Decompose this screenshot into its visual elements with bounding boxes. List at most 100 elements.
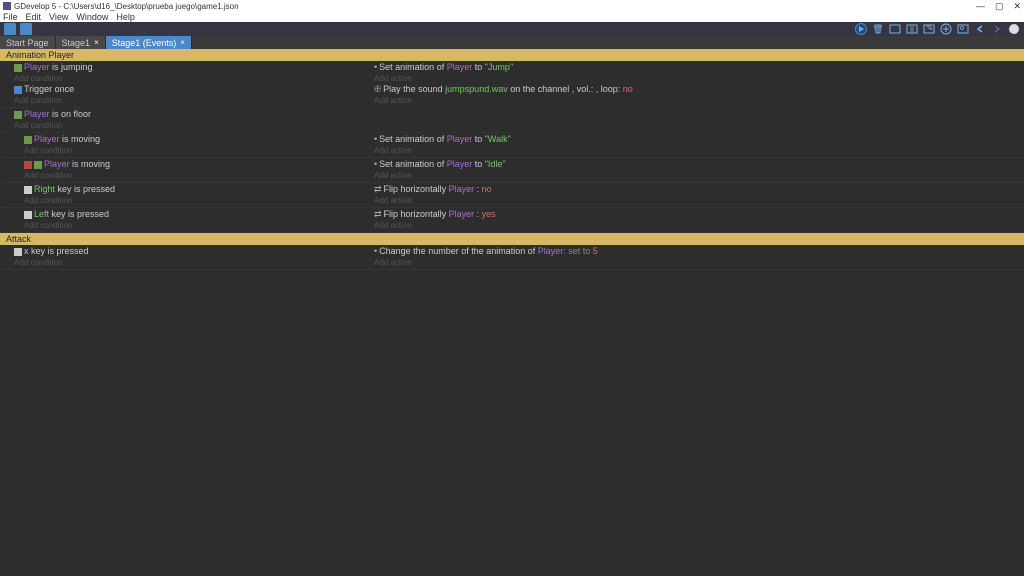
menu-file[interactable]: File <box>3 12 18 22</box>
actions-column[interactable]: ⇄Flip horizontally Player : yes Add acti… <box>370 208 1024 232</box>
object-ref: Player <box>447 134 473 144</box>
keyboard-icon <box>24 211 32 219</box>
object-icon <box>34 161 42 169</box>
bullet-icon: • <box>374 62 377 72</box>
conditions-column[interactable]: x key is pressed Add condition <box>0 245 370 269</box>
window-title: GDevelop 5 - C:\Users\d16_\Desktop\prueb… <box>14 2 976 11</box>
conditions-column[interactable]: Player is jumping Add condition Trigger … <box>0 61 370 107</box>
string-value: "Walk" <box>485 134 511 144</box>
add-condition-link[interactable]: Add condition <box>24 195 366 206</box>
tab-label: Start Page <box>6 38 49 48</box>
add-condition-link[interactable]: Add condition <box>24 220 366 231</box>
tab-close-icon[interactable]: × <box>94 38 99 47</box>
object-ref: Player <box>449 184 475 194</box>
object-icon <box>24 136 32 144</box>
conditions-column[interactable]: Right key is pressed Add condition <box>0 183 370 207</box>
conditions-column[interactable]: Player is on floor Add condition <box>0 108 370 132</box>
redo-icon[interactable] <box>991 23 1003 35</box>
object-ref: Player <box>447 159 473 169</box>
group-attack[interactable]: Attack <box>0 233 1024 245</box>
add-condition-link[interactable]: Add condition <box>14 120 366 131</box>
not-icon <box>24 161 32 169</box>
actions-column[interactable]: •Set animation of Player to "Jump" Add a… <box>370 61 1024 107</box>
search-events-icon[interactable] <box>957 23 969 35</box>
undo-icon[interactable] <box>974 23 986 35</box>
menu-view[interactable]: View <box>49 12 68 22</box>
add-condition-link[interactable]: Add condition <box>14 257 366 268</box>
object-ref: Player <box>34 134 60 144</box>
add-event-icon[interactable] <box>889 23 901 35</box>
action-text: Set animation of <box>379 62 447 72</box>
condition-text: is moving <box>60 134 101 144</box>
group-animation-player[interactable]: Animation Player <box>0 49 1024 61</box>
flip-icon: ⇄ <box>374 209 382 219</box>
add-action-link[interactable]: Add action <box>374 195 1020 206</box>
keyboard-icon <box>24 186 32 194</box>
menu-bar: File Edit View Window Help <box>0 12 1024 22</box>
add-action-link[interactable]: Add action <box>374 170 1020 181</box>
add-action-link[interactable]: Add action <box>374 220 1020 231</box>
action-text: to <box>472 159 485 169</box>
event-row[interactable]: Left key is pressed Add condition ⇄Flip … <box>0 208 1024 233</box>
bullet-icon: • <box>374 246 377 256</box>
event-row[interactable]: Player is moving Add condition •Set anim… <box>0 158 1024 183</box>
delete-icon[interactable]: 🗑 <box>872 23 884 35</box>
add-action-link[interactable]: Add action <box>374 95 1020 106</box>
event-row[interactable]: x key is pressed Add condition •Change t… <box>0 245 1024 270</box>
actions-column[interactable]: ⇄Flip horizontally Player : no Add actio… <box>370 183 1024 207</box>
number-value: 5 <box>593 246 598 256</box>
menu-edit[interactable]: Edit <box>26 12 42 22</box>
condition-text: is jumping <box>50 62 93 72</box>
add-action-link[interactable]: Add action <box>374 145 1020 156</box>
add-comment-icon[interactable]: ✎ <box>923 23 935 35</box>
project-manager-icon[interactable] <box>4 23 16 35</box>
event-row[interactable]: Player is on floor Add condition <box>0 108 1024 133</box>
condition-text: is on floor <box>50 109 92 119</box>
object-icon <box>14 111 22 119</box>
add-other-event-icon[interactable] <box>940 23 952 35</box>
add-subevent-icon[interactable] <box>906 23 918 35</box>
window-maximize-button[interactable]: ▢ <box>995 1 1004 12</box>
action-text: : <box>474 184 482 194</box>
tab-stage1[interactable]: Stage1× <box>56 36 106 49</box>
actions-column[interactable] <box>370 108 1024 132</box>
profile-icon[interactable] <box>1008 23 1020 35</box>
action-text: to <box>472 134 485 144</box>
window-titlebar: GDevelop 5 - C:\Users\d16_\Desktop\prueb… <box>0 0 1024 12</box>
menu-help[interactable]: Help <box>116 12 135 22</box>
action-text: Change the number of the animation of <box>379 246 538 256</box>
object-ref: Player <box>449 209 475 219</box>
bool-value: yes <box>482 209 496 219</box>
tab-close-icon[interactable]: × <box>180 38 185 47</box>
menu-window[interactable]: Window <box>76 12 108 22</box>
add-action-link[interactable]: Add action <box>374 257 1020 268</box>
tab-start-page[interactable]: Start Page <box>0 36 56 49</box>
svg-text:✎: ✎ <box>926 23 934 33</box>
add-condition-link[interactable]: Add condition <box>24 145 366 156</box>
actions-column[interactable]: •Set animation of Player to "Walk" Add a… <box>370 133 1024 157</box>
add-action-link[interactable]: Add action <box>374 73 1020 84</box>
actions-column[interactable]: •Set animation of Player to "Idle" Add a… <box>370 158 1024 182</box>
condition-text: x key is pressed <box>24 246 89 256</box>
add-condition-link[interactable]: Add condition <box>14 95 366 106</box>
add-condition-link[interactable]: Add condition <box>24 170 366 181</box>
window-minimize-button[interactable]: — <box>976 1 985 12</box>
preview-play-button[interactable] <box>855 23 867 35</box>
event-row[interactable]: Right key is pressed Add condition ⇄Flip… <box>0 183 1024 208</box>
bullet-icon: • <box>374 159 377 169</box>
conditions-column[interactable]: Left key is pressed Add condition <box>0 208 370 232</box>
actions-column[interactable]: •Change the number of the animation of P… <box>370 245 1024 269</box>
string-value: "Jump" <box>485 62 513 72</box>
add-condition-link[interactable]: Add condition <box>14 73 366 84</box>
audio-icon: 🕀 <box>374 84 381 94</box>
app-icon <box>3 2 11 10</box>
action-text: Flip horizontally <box>384 184 449 194</box>
export-icon[interactable] <box>20 23 32 35</box>
conditions-column[interactable]: Player is moving Add condition <box>0 158 370 182</box>
tab-stage1-events[interactable]: Stage1 (Events)× <box>106 36 192 49</box>
conditions-column[interactable]: Player is moving Add condition <box>0 133 370 157</box>
window-close-button[interactable]: ✕ <box>1013 1 1021 12</box>
tab-label: Stage1 <box>62 38 91 48</box>
event-row[interactable]: Player is jumping Add condition Trigger … <box>0 61 1024 108</box>
event-row[interactable]: Player is moving Add condition •Set anim… <box>0 133 1024 158</box>
